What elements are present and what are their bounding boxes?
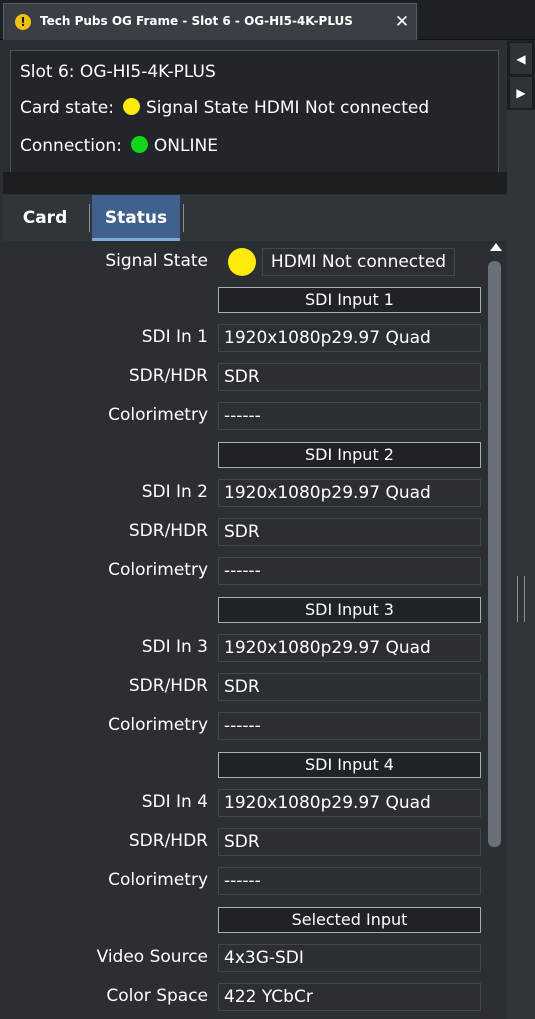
window-tab-bar: ! Tech Pubs OG Frame - Slot 6 - OG-HI5-4… xyxy=(0,0,535,40)
separator-strip xyxy=(3,172,507,194)
section-header-selected-input: Selected Input xyxy=(218,907,481,933)
tab-card[interactable]: Card xyxy=(3,195,87,241)
slot-title: Slot 6: OG-HI5-4K-PLUS xyxy=(20,62,216,82)
field-label: SDI In 4 xyxy=(141,792,208,812)
splitter-grip-handle[interactable] xyxy=(517,576,525,622)
window-tab-title: Tech Pubs OG Frame - Slot 6 - OG-HI5-4K-… xyxy=(40,14,353,28)
field-value: ------ xyxy=(218,402,481,430)
tab-divider xyxy=(183,204,184,232)
field-value: ------ xyxy=(218,712,481,740)
warning-icon: ! xyxy=(15,14,31,30)
arrow-right-icon: ▶ xyxy=(516,86,526,100)
field-label: Color Space xyxy=(106,986,208,1006)
field-value: SDR xyxy=(218,363,481,391)
close-icon[interactable]: ✕ xyxy=(392,12,412,32)
field-value: SDR xyxy=(218,828,481,856)
field-label: SDI In 1 xyxy=(141,327,208,347)
scroll-thumb[interactable] xyxy=(488,261,501,847)
section-header-sdi-input-3: SDI Input 3 xyxy=(218,597,481,623)
status-row: Colorimetry ------ xyxy=(3,867,486,895)
arrow-left-icon: ◀ xyxy=(516,52,526,66)
status-row: Color Space 422 YCbCr xyxy=(3,983,486,1011)
field-label: Video Source xyxy=(96,947,208,967)
field-value: SDR xyxy=(218,518,481,546)
section-header-sdi-input-2: SDI Input 2 xyxy=(218,442,481,468)
field-value: 4x3G-SDI xyxy=(218,944,481,972)
card-info-panel: Slot 6: OG-HI5-4K-PLUS Card state: Signal… xyxy=(10,50,499,192)
status-row: Video Source 4x3G-SDI xyxy=(3,944,486,972)
expand-right-button[interactable]: ▶ xyxy=(509,76,533,109)
status-row: SDI In 4 1920x1080p29.97 Quad xyxy=(3,789,486,817)
field-value: 1920x1080p29.97 Quad xyxy=(218,634,481,662)
status-row: SDI In 2 1920x1080p29.97 Quad xyxy=(3,479,486,507)
status-row: SDR/HDR SDR xyxy=(3,673,486,701)
field-label: SDR/HDR xyxy=(128,366,208,386)
connection-value: ONLINE xyxy=(153,136,218,156)
tab-status[interactable]: Status xyxy=(92,195,180,241)
field-label: SDR/HDR xyxy=(128,676,208,696)
status-row: SDI In 1 1920x1080p29.97 Quad xyxy=(3,324,486,352)
vertical-scrollbar[interactable] xyxy=(486,241,507,1019)
status-row: SDR/HDR SDR xyxy=(3,363,486,391)
section-header-sdi-input-4: SDI Input 4 xyxy=(218,752,481,778)
status-row: SDR/HDR SDR xyxy=(3,828,486,856)
field-label: SDI In 2 xyxy=(141,482,208,502)
connection-label: Connection: xyxy=(20,136,122,156)
signal-state-indicator-icon xyxy=(228,248,256,276)
connection-row: Connection: ONLINE xyxy=(20,136,218,156)
field-value: 1920x1080p29.97 Quad xyxy=(218,789,481,817)
card-state-row: Card state: Signal State HDMI Not connect… xyxy=(20,98,429,118)
tab-bar: Card Status xyxy=(3,195,507,241)
field-label: SDR/HDR xyxy=(128,521,208,541)
status-row: Colorimetry ------ xyxy=(3,557,486,585)
field-label: Colorimetry xyxy=(108,715,208,735)
field-label: Colorimetry xyxy=(108,560,208,580)
connection-indicator-icon xyxy=(130,136,148,153)
window-tab[interactable]: ! Tech Pubs OG Frame - Slot 6 - OG-HI5-4… xyxy=(3,3,417,40)
card-state-label: Card state: xyxy=(20,98,114,118)
field-value: SDR xyxy=(218,673,481,701)
field-value: 1920x1080p29.97 Quad xyxy=(218,479,481,507)
field-label: Colorimetry xyxy=(108,405,208,425)
status-row: SDR/HDR SDR xyxy=(3,518,486,546)
field-value: 1920x1080p29.97 Quad xyxy=(218,324,481,352)
signal-state-label: Signal State xyxy=(105,251,208,271)
side-arrow-panel: ◀ ▶ xyxy=(507,40,535,110)
field-value: ------ xyxy=(218,867,481,895)
status-row: SDI In 3 1920x1080p29.97 Quad xyxy=(3,634,486,662)
status-content: Signal State HDMI Not connected SDI Inpu… xyxy=(3,241,486,1019)
card-state-indicator-icon xyxy=(122,98,140,115)
field-value: ------ xyxy=(218,557,481,585)
collapse-left-button[interactable]: ◀ xyxy=(509,42,533,75)
card-state-value: Signal State HDMI Not connected xyxy=(145,98,430,118)
status-row: Colorimetry ------ xyxy=(3,402,486,430)
tab-divider xyxy=(89,204,90,232)
section-header-sdi-input-1: SDI Input 1 xyxy=(218,287,481,313)
signal-state-value: HDMI Not connected xyxy=(262,248,455,276)
field-label: SDI In 3 xyxy=(141,637,208,657)
status-row: Colorimetry ------ xyxy=(3,712,486,740)
field-label: Colorimetry xyxy=(108,870,208,890)
splitter-panel xyxy=(507,110,535,1019)
field-value: 422 YCbCr xyxy=(218,983,481,1011)
scroll-up-arrow-icon[interactable] xyxy=(490,243,502,251)
field-label: SDR/HDR xyxy=(128,831,208,851)
